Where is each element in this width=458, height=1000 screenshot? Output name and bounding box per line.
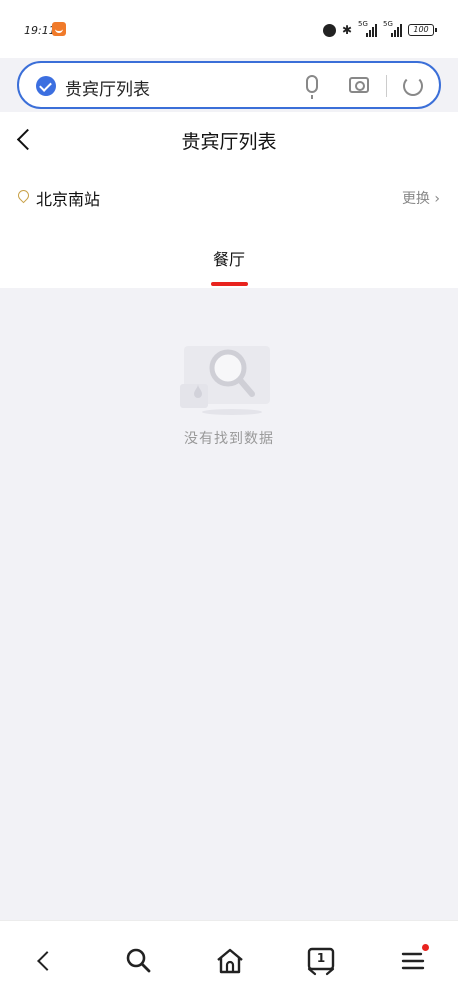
location-pin-icon <box>15 187 32 204</box>
signal-icon: 5G <box>358 20 377 37</box>
nav-search-icon[interactable] <box>121 943 157 979</box>
microphone-icon[interactable] <box>306 75 318 99</box>
notification-dot <box>422 944 429 951</box>
tab-bar: 餐厅 <box>0 224 458 288</box>
bluetooth-icon: ✱ <box>341 23 352 37</box>
page-title: 贵宾厅列表 <box>181 131 277 153</box>
content-area: 没有找到数据 <box>0 288 458 920</box>
signal-icon-2: 5G <box>383 20 402 37</box>
camera-icon[interactable] <box>349 77 369 93</box>
search-bar[interactable]: 贵宾厅列表 <box>17 61 441 109</box>
nav-menu-icon[interactable] <box>395 943 431 979</box>
app-notification-icon <box>52 22 66 36</box>
title-bar: 贵宾厅列表 <box>0 112 458 168</box>
search-divider <box>386 75 387 97</box>
status-time: 19:11 <box>24 24 56 37</box>
nav-back-icon[interactable] <box>26 943 62 979</box>
nav-home-icon[interactable] <box>212 943 248 979</box>
tab-count: 1 <box>316 951 326 965</box>
station-name: 北京南站 <box>36 190 101 209</box>
refresh-icon[interactable] <box>403 76 423 96</box>
page: 19:11 ✱ 5G 5G 100 贵宾厅列表 贵宾厅列表 北京南站 更换 › … <box>0 0 458 1000</box>
tab-dining[interactable]: 餐厅 <box>200 246 258 270</box>
status-bar: 19:11 ✱ 5G 5G 100 <box>0 0 458 58</box>
bottom-nav: 1 <box>0 920 458 1000</box>
empty-state-message: 没有找到数据 <box>184 431 274 447</box>
change-station-link[interactable]: 更换 › <box>402 188 440 208</box>
search-input[interactable]: 贵宾厅列表 <box>65 75 150 100</box>
battery-icon: 100 <box>408 24 437 36</box>
active-tab-indicator <box>211 282 248 286</box>
shield-icon <box>36 76 56 96</box>
location-row: 北京南站 更换 › <box>0 168 458 224</box>
empty-search-illustration <box>180 346 270 415</box>
nav-tabs-icon[interactable]: 1 <box>303 943 339 979</box>
status-icons: ✱ 5G 5G 100 <box>322 20 437 38</box>
alarm-icon <box>322 23 336 37</box>
